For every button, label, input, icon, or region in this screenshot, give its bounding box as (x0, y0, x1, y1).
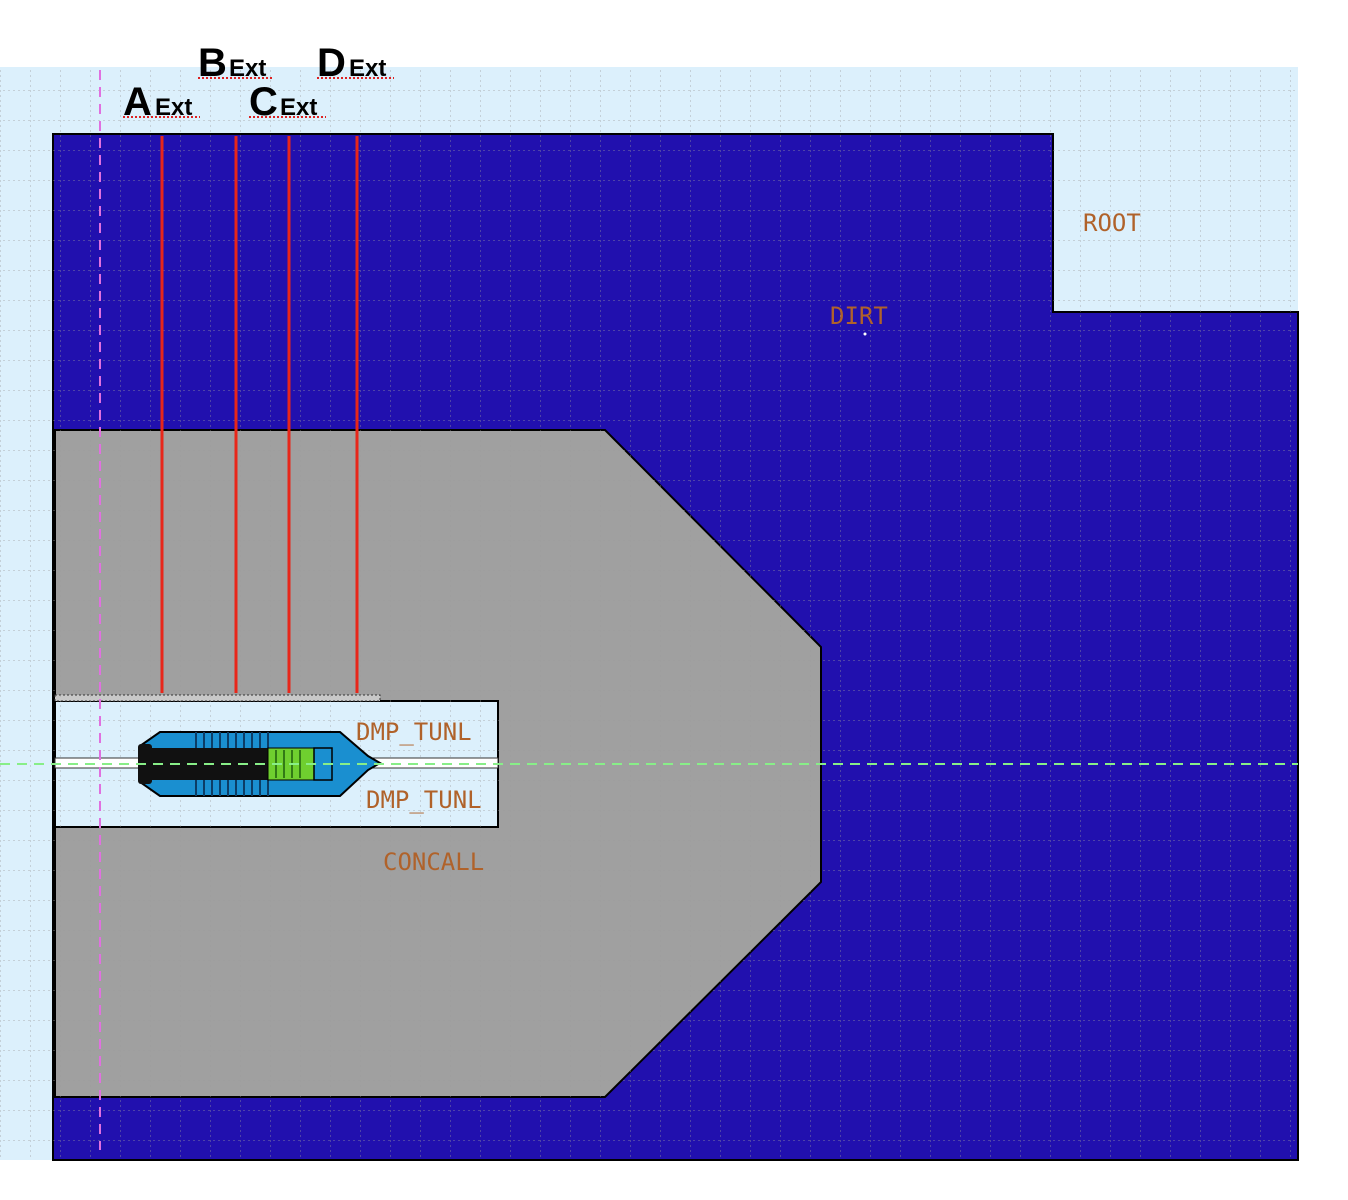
ext-label-b: B Ext (198, 41, 274, 85)
geometry-diagram: ROOT DIRT DMP_TUNL DMP_TUNL CONCALL A Ex… (0, 41, 1299, 1161)
label-root: ROOT (1083, 209, 1141, 237)
ext-label-d: D Ext (317, 41, 394, 85)
label-tunnel-lower: DMP_TUNL (366, 786, 482, 814)
label-tunnel-upper: DMP_TUNL (356, 718, 472, 746)
dirt-marker-dot (863, 332, 867, 336)
label-dirt: DIRT (830, 302, 888, 330)
label-concrete: CONCALL (383, 848, 484, 876)
